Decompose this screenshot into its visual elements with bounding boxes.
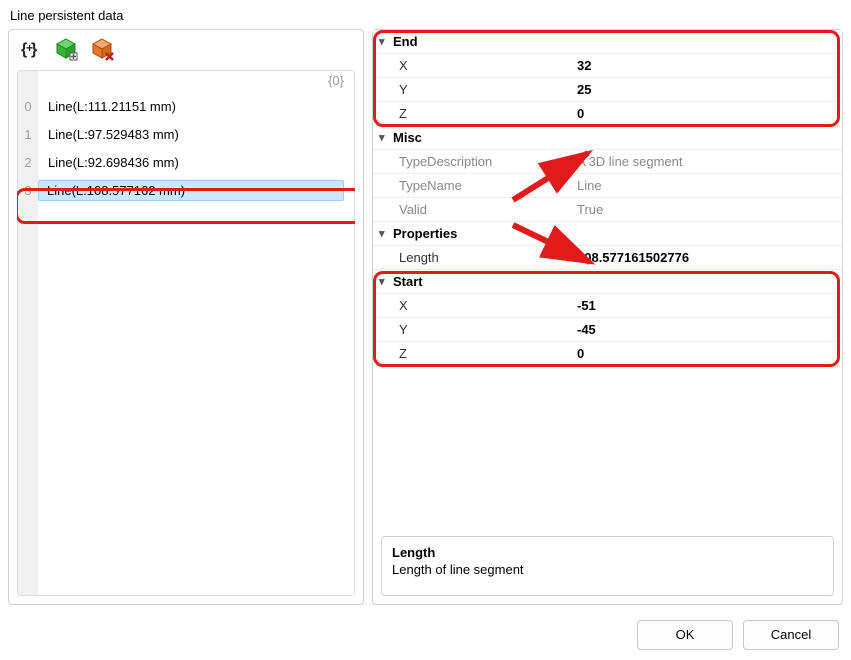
prop-value: A 3D line segment xyxy=(573,154,842,169)
section-misc[interactable]: ▾ Misc xyxy=(373,126,842,150)
row-label: Line(L:92.698436 mm) xyxy=(38,155,354,170)
main-content: { + } xyxy=(0,29,851,605)
prop-row-start-x[interactable]: X -51 xyxy=(373,294,842,318)
section-label: Misc xyxy=(393,130,422,145)
list-item-selected[interactable]: 3 Line(L:108.577162 mm) xyxy=(18,176,354,204)
delete-cube-icon[interactable] xyxy=(89,36,115,62)
prop-name: Length xyxy=(373,250,573,265)
chevron-down-icon: ▾ xyxy=(379,275,393,288)
prop-row-start-z[interactable]: Z 0 xyxy=(373,342,842,366)
left-panel: { + } xyxy=(8,29,364,605)
add-cube-icon[interactable] xyxy=(53,36,79,62)
chevron-down-icon: ▾ xyxy=(379,227,393,240)
prop-value: 108.577161502776 xyxy=(573,250,842,265)
cancel-button[interactable]: Cancel xyxy=(743,620,839,650)
prop-value: -51 xyxy=(573,298,842,313)
prop-value: 25 xyxy=(573,82,842,97)
svg-text:}: } xyxy=(31,41,37,58)
prop-name: TypeDescription xyxy=(373,154,573,169)
section-label: End xyxy=(393,34,418,49)
help-box: Length Length of line segment xyxy=(381,536,834,596)
section-properties[interactable]: ▾ Properties xyxy=(373,222,842,246)
prop-value: 0 xyxy=(573,106,842,121)
prop-name: Valid xyxy=(373,202,573,217)
prop-name: X xyxy=(373,58,573,73)
section-label: Start xyxy=(393,274,423,289)
prop-value: 0 xyxy=(573,346,842,361)
row-label: Line(L:108.577162 mm) xyxy=(38,180,344,201)
prop-row-end-x[interactable]: X 32 xyxy=(373,54,842,78)
prop-row-end-z[interactable]: Z 0 xyxy=(373,102,842,126)
toolbar: { + } xyxy=(9,30,363,66)
prop-name: TypeName xyxy=(373,178,573,193)
group-label: {0} xyxy=(18,71,354,92)
list-inner: {0} 0 Line(L:111.21151 mm) 1 Line(L:97.5… xyxy=(17,70,355,596)
section-label: Properties xyxy=(393,226,457,241)
prop-row-start-y[interactable]: Y -45 xyxy=(373,318,842,342)
prop-value: 32 xyxy=(573,58,842,73)
prop-name: Z xyxy=(373,106,573,121)
prop-row-typedesc[interactable]: TypeDescription A 3D line segment xyxy=(373,150,842,174)
prop-name: Z xyxy=(373,346,573,361)
window-title: Line persistent data xyxy=(0,0,851,29)
dialog-buttons: OK Cancel xyxy=(637,620,839,650)
add-item-icon[interactable]: { + } xyxy=(17,36,43,62)
prop-row-length[interactable]: Length 108.577161502776 xyxy=(373,246,842,270)
chevron-down-icon: ▾ xyxy=(379,131,393,144)
row-index: 0 xyxy=(18,99,38,114)
row-label: Line(L:111.21151 mm) xyxy=(38,99,354,114)
help-description: Length of line segment xyxy=(392,562,823,577)
ok-button[interactable]: OK xyxy=(637,620,733,650)
chevron-down-icon: ▾ xyxy=(379,35,393,48)
prop-row-valid[interactable]: Valid True xyxy=(373,198,842,222)
section-start[interactable]: ▾ Start xyxy=(373,270,842,294)
row-index: 1 xyxy=(18,127,38,142)
help-title: Length xyxy=(392,545,823,560)
prop-row-typename[interactable]: TypeName Line xyxy=(373,174,842,198)
prop-name: Y xyxy=(373,322,573,337)
list-item[interactable]: 1 Line(L:97.529483 mm) xyxy=(18,120,354,148)
section-end[interactable]: ▾ End xyxy=(373,30,842,54)
row-label: Line(L:97.529483 mm) xyxy=(38,127,354,142)
right-panel: ▾ End X 32 Y 25 Z 0 ▾ Misc xyxy=(372,29,843,605)
line-list: {0} 0 Line(L:111.21151 mm) 1 Line(L:97.5… xyxy=(17,70,355,596)
row-index: 3 xyxy=(18,183,38,198)
property-grid-inner: ▾ End X 32 Y 25 Z 0 ▾ Misc xyxy=(373,30,842,528)
prop-value: Line xyxy=(573,178,842,193)
prop-name: Y xyxy=(373,82,573,97)
prop-value: -45 xyxy=(573,322,842,337)
list-item[interactable]: 2 Line(L:92.698436 mm) xyxy=(18,148,354,176)
prop-value: True xyxy=(573,202,842,217)
prop-name: X xyxy=(373,298,573,313)
prop-row-end-y[interactable]: Y 25 xyxy=(373,78,842,102)
property-grid: ▾ End X 32 Y 25 Z 0 ▾ Misc xyxy=(373,30,842,604)
list-item[interactable]: 0 Line(L:111.21151 mm) xyxy=(18,92,354,120)
row-index: 2 xyxy=(18,155,38,170)
